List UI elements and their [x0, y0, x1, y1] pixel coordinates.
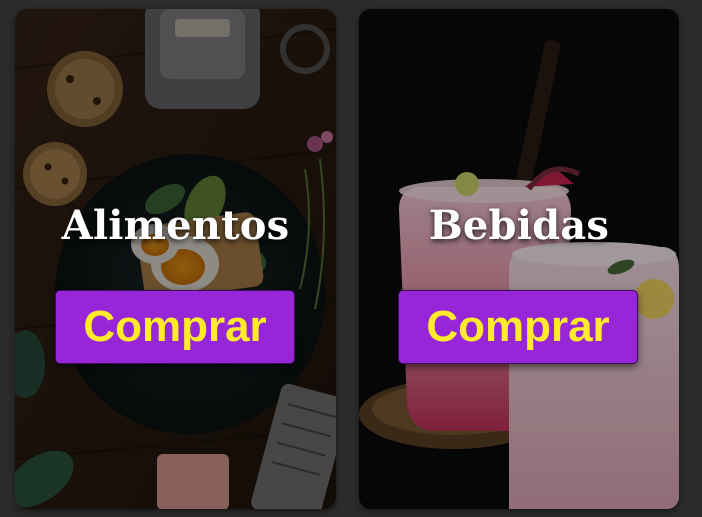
card-alimentos: Alimentos Comprar — [15, 9, 336, 509]
comprar-bebidas-button[interactable]: Comprar — [398, 290, 638, 364]
product-category-grid: Alimentos Comprar Bebidas Comprar — [0, 0, 702, 517]
food-photo — [15, 9, 336, 509]
drinks-photo — [359, 9, 679, 509]
card-title: Bebidas — [428, 202, 610, 249]
card-bebidas: Bebidas Comprar — [359, 9, 679, 509]
card-title: Alimentos — [61, 202, 290, 249]
comprar-alimentos-button[interactable]: Comprar — [55, 290, 295, 364]
